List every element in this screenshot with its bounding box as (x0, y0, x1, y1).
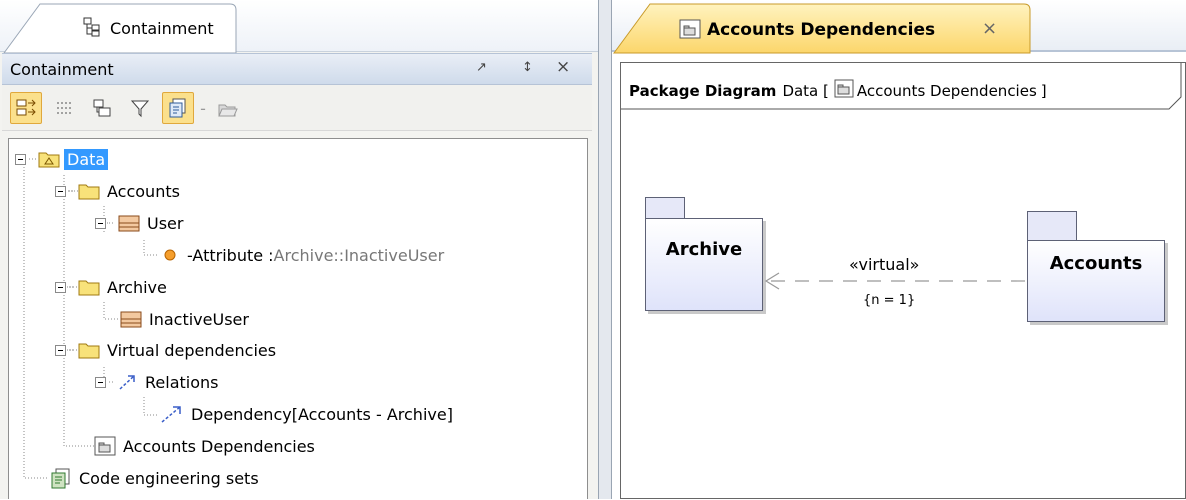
attribute-icon (164, 249, 176, 261)
diagram-canvas[interactable]: Package Diagram Data [ Accounts Dependen… (620, 62, 1186, 499)
tree-item-label: -Attribute : (187, 245, 274, 265)
collapse-toggle[interactable] (95, 377, 106, 388)
toolbar-separator: - (200, 98, 206, 118)
show-diagrams-button[interactable] (86, 92, 118, 124)
tree-item-label: Code engineering sets (79, 468, 259, 488)
tree-item-user[interactable]: User (117, 208, 183, 238)
collapse-toggle[interactable] (55, 186, 66, 197)
tree-toolbar: - (2, 85, 592, 131)
dependency-icon (161, 406, 181, 423)
tree-item-code-engineering-sets[interactable]: Code engineering sets (49, 463, 259, 493)
tree-item-virtual-dependencies[interactable]: Virtual dependencies (77, 335, 276, 365)
dependency-arrow[interactable] (621, 63, 1186, 500)
show-owned-button[interactable] (10, 92, 42, 124)
panel-title: Containment (10, 60, 114, 79)
tree-item-relations[interactable]: Relations (117, 367, 218, 397)
class-icon (120, 311, 142, 328)
relations-icon (119, 375, 135, 390)
tab-label: Accounts Dependencies (707, 20, 936, 40)
tree-item-label: InactiveUser (149, 309, 249, 329)
constraint-label: {n = 1} (863, 293, 916, 308)
diagram-tree-icon (93, 99, 111, 117)
pin-icon[interactable]: ↕ (522, 60, 533, 75)
attribute-type: Archive::InactiveUser (273, 245, 445, 265)
tree-item-accounts-dependencies[interactable]: Accounts Dependencies (93, 431, 315, 461)
show-relations-button[interactable] (48, 92, 80, 124)
tree-item-archive[interactable]: Archive (77, 272, 167, 302)
tree-item-label: Data (64, 148, 109, 170)
code-engineering-sets-icon (51, 468, 70, 489)
tree-item-label: Accounts Dependencies (123, 436, 315, 456)
package-folder-icon (78, 343, 100, 359)
package-diagram-icon (94, 436, 116, 456)
filter-icon (130, 100, 150, 118)
package-folder-icon (78, 280, 100, 296)
package-folder-icon (78, 184, 100, 200)
close-tab-icon[interactable]: × (982, 18, 997, 39)
tab-containment[interactable]: Containment (2, 2, 237, 54)
filter-button[interactable] (124, 92, 156, 124)
tree-item-accounts[interactable]: Accounts (77, 176, 180, 206)
tree-item-label: Dependency[Accounts - Archive] (191, 404, 453, 424)
open-button[interactable] (212, 92, 244, 124)
collapse-toggle[interactable] (55, 282, 66, 293)
containment-tree: Data Accounts User -Attribute : Archive:… (8, 138, 588, 499)
collapse-toggle[interactable] (95, 218, 106, 229)
class-icon (118, 215, 140, 232)
tree-layout-icon (16, 99, 36, 116)
close-icon[interactable]: × (556, 57, 570, 77)
tab-accounts-dependencies[interactable]: Accounts Dependencies × (612, 2, 1032, 54)
dots-grid-icon (57, 102, 71, 114)
code-engineering-icon (169, 98, 186, 118)
tree-item-attribute[interactable]: -Attribute : Archive::InactiveUser (159, 240, 444, 270)
collapse-toggle[interactable] (15, 154, 26, 165)
tree-item-dependency[interactable]: Dependency[Accounts - Archive] (159, 399, 453, 429)
tree-item-data[interactable]: Data (37, 144, 109, 174)
tree-item-label: Relations (145, 372, 219, 392)
tree-item-label: User (147, 213, 184, 233)
tree-item-label: Accounts (107, 181, 180, 201)
tree-item-label: Archive (107, 277, 167, 297)
stereotype-label: «virtual» (849, 255, 920, 274)
pane-splitter[interactable] (598, 0, 612, 499)
tree-item-label: Virtual dependencies (107, 340, 277, 360)
tab-label: Containment (110, 19, 214, 38)
open-folder-icon (218, 104, 238, 117)
code-engineering-button[interactable] (162, 92, 194, 124)
tree-item-inactive-user[interactable]: InactiveUser (119, 304, 249, 334)
collapse-toggle[interactable] (55, 345, 66, 356)
containment-header: Containment ↗ ↕ × (2, 53, 592, 85)
float-window-icon[interactable]: ↗ (476, 60, 487, 75)
package-folder-icon (38, 152, 60, 168)
